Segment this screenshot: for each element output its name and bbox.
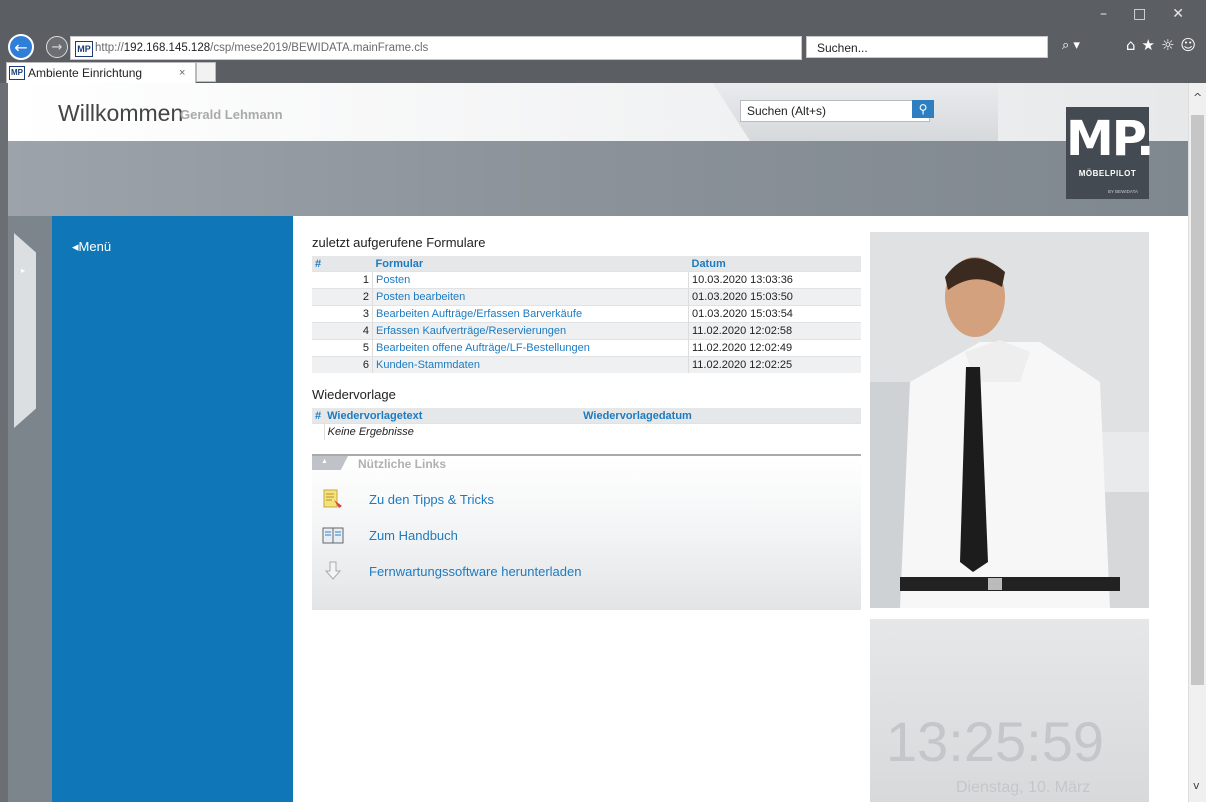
table-row[interactable]: 6 Kunden-Stammdaten 11.02.2020 12:02:25 (312, 356, 861, 373)
logo: MP. MÖBELPILOT BY BEWIDATA (1066, 107, 1154, 199)
table-row[interactable]: 1 Posten 10.03.2020 13:03:36 (312, 271, 861, 289)
collapse-tab[interactable]: ▲ (312, 456, 348, 470)
window-controls[interactable]: –□✕ (1100, 6, 1206, 22)
new-tab-button[interactable] (196, 62, 216, 82)
url-prefix: http:// (95, 42, 124, 54)
user-name: Gerald Lehmann (180, 107, 283, 122)
tab-close-icon[interactable]: × (179, 63, 185, 83)
form-link[interactable]: Kunden-Stammdaten (372, 356, 689, 373)
form-link[interactable]: Erfassen Kaufverträge/Reservierungen (372, 322, 689, 340)
col-text: Wiedervorlagetext (324, 408, 581, 424)
row-date: 11.02.2020 12:02:25 (688, 356, 861, 373)
table-header: # Formular Datum (312, 256, 861, 272)
welcome-photo (870, 232, 1149, 608)
row-num: 3 (312, 305, 373, 323)
businessman-photo (870, 232, 1149, 608)
col-form: Formular (372, 256, 689, 272)
search-input[interactable]: Suchen (Alt+s) (740, 100, 930, 122)
resubmission-title: Wiedervorlage (312, 387, 396, 402)
row-date: 01.03.2020 15:03:50 (688, 288, 861, 306)
link-handbook-label[interactable]: Zum Handbuch (369, 528, 458, 543)
row-date: 10.03.2020 13:03:36 (688, 271, 861, 289)
form-link[interactable]: Posten (372, 271, 689, 289)
row-date: 11.02.2020 12:02:58 (688, 322, 861, 340)
site-favicon-icon: MP (75, 41, 93, 57)
scroll-down-icon[interactable]: v (1193, 779, 1200, 792)
back-arrow-icon[interactable]: ← (8, 34, 34, 60)
browser-search-input[interactable]: Suchen... (806, 36, 1048, 58)
empty-cell (312, 423, 325, 440)
logo-sub: BY BEWIDATA (1108, 189, 1139, 194)
resubmission-table: # Wiedervorlagetext Wiedervorlagedatum K… (312, 408, 861, 440)
col-num: # (312, 408, 325, 424)
table-row[interactable]: 2 Posten bearbeiten 01.03.2020 15:03:50 (312, 288, 861, 306)
address-url[interactable]: http://192.168.145.128/csp/mese2019/BEWI… (95, 37, 428, 59)
row-num: 6 (312, 356, 373, 373)
search-button-icon[interactable]: ⚲ (912, 100, 934, 118)
collapse-arrow-icon[interactable]: ▲ (321, 458, 328, 465)
url-path: /csp/mese2019/BEWIDATA.mainFrame.cls (210, 42, 429, 54)
table-row[interactable]: 4 Erfassen Kaufverträge/Reservierungen 1… (312, 322, 861, 340)
useful-links-panel: ▲ Nützliche Links Zu den Tipps & Tricks (312, 454, 861, 610)
scroll-up-icon[interactable]: ^ (1193, 91, 1202, 104)
clock-date: Dienstag, 10. März (956, 779, 1091, 796)
row-num: 2 (312, 288, 373, 306)
header-band (8, 141, 1188, 216)
row-date: 01.03.2020 15:03:54 (688, 305, 861, 323)
form-link[interactable]: Bearbeiten offene Aufträge/LF-Bestellung… (372, 339, 689, 357)
table-row[interactable]: 5 Bearbeiten offene Aufträge/LF-Bestellu… (312, 339, 861, 357)
row-num: 1 (312, 271, 373, 289)
tab-title: Ambiente Einrichtung (28, 66, 143, 80)
link-tips-label[interactable]: Zu den Tipps & Tricks (369, 492, 494, 507)
useful-links-title: Nützliche Links (358, 457, 447, 471)
address-bar[interactable]: MP http://192.168.145.128/csp/mese2019/B… (70, 36, 834, 60)
page-content: Willkommen Gerald Lehmann Suchen (Alt+s)… (8, 83, 1188, 802)
scroll-thumb[interactable] (1191, 115, 1204, 685)
expand-arrow-icon[interactable]: ▸ (21, 266, 25, 275)
clock-panel: 13:25:59 Dienstag, 10. März (870, 619, 1149, 802)
col-num: # (312, 256, 373, 272)
recent-forms-table: # Formular Datum 1 Posten 10.03.2020 13:… (312, 256, 861, 373)
table-row: Keine Ergebnisse (312, 423, 861, 440)
tips-document-icon (323, 489, 342, 508)
empty-message: Keine Ergebnisse (324, 423, 861, 440)
form-link[interactable]: Posten bearbeiten (372, 288, 689, 306)
logo-name: MÖBELPILOT (1078, 169, 1137, 178)
page-title: Willkommen (58, 100, 184, 126)
menu-panel: ◂Menü (52, 216, 293, 802)
vertical-scrollbar[interactable]: ^ v (1188, 83, 1206, 802)
link-remote-label[interactable]: Fernwartungssoftware herunterladen (369, 564, 581, 579)
tab-favicon-icon: MP (9, 66, 25, 80)
handbook-icon (322, 527, 344, 544)
clock-time: 13:25:59 (886, 710, 1104, 773)
sidebar-handle[interactable] (14, 233, 36, 428)
logo-mark: MP. (1066, 111, 1154, 167)
browser-tab[interactable]: MP Ambiente Einrichtung × (6, 62, 196, 83)
row-num: 5 (312, 339, 373, 357)
col-date: Wiedervorlagedatum (580, 408, 861, 424)
url-host: 192.168.145.128 (123, 42, 211, 54)
row-num: 4 (312, 322, 373, 340)
col-date: Datum (688, 256, 861, 272)
download-arrow-icon (324, 561, 342, 580)
search-icon[interactable]: ⌕ ▾ (1062, 38, 1080, 53)
menu-toggle[interactable]: ◂Menü (72, 239, 111, 255)
table-header: # Wiedervorlagetext Wiedervorlagedatum (312, 408, 861, 424)
forward-arrow-icon[interactable]: → (46, 36, 68, 58)
browser-toolbar-icons[interactable]: ⌂★☼☺ (1126, 36, 1202, 54)
form-link[interactable]: Bearbeiten Aufträge/Erfassen Barverkäufe (372, 305, 689, 323)
recent-forms-title: zuletzt aufgerufene Formulare (312, 235, 486, 250)
row-date: 11.02.2020 12:02:49 (688, 339, 861, 357)
table-row[interactable]: 3 Bearbeiten Aufträge/Erfassen Barverkäu… (312, 305, 861, 323)
